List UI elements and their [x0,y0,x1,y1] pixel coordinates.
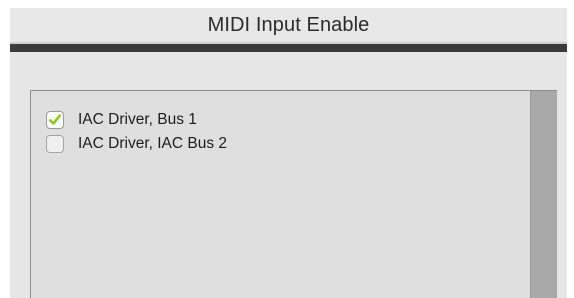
midi-input-label: IAC Driver, IAC Bus 2 [78,135,228,152]
midi-input-enable-window: MIDI Input Enable IAC Driver, Bus 1 IAC … [10,8,567,298]
midi-input-label: IAC Driver, Bus 1 [78,111,197,128]
check-icon [48,114,62,125]
vertical-scrollbar[interactable] [530,91,557,298]
midi-input-item-iac-bus-2[interactable]: IAC Driver, IAC Bus 2 [46,133,227,155]
title-bar: MIDI Input Enable [10,8,567,42]
window-title: MIDI Input Enable [207,14,370,36]
header-separator [10,44,567,52]
dialog-content: IAC Driver, Bus 1 IAC Driver, IAC Bus 2 [10,52,567,298]
midi-input-checkbox-iac-bus-1[interactable] [46,111,64,129]
midi-input-checkbox-iac-bus-2[interactable] [46,135,64,153]
midi-input-list[interactable]: IAC Driver, Bus 1 IAC Driver, IAC Bus 2 [30,90,557,298]
midi-input-item-iac-bus-1[interactable]: IAC Driver, Bus 1 [46,109,197,131]
